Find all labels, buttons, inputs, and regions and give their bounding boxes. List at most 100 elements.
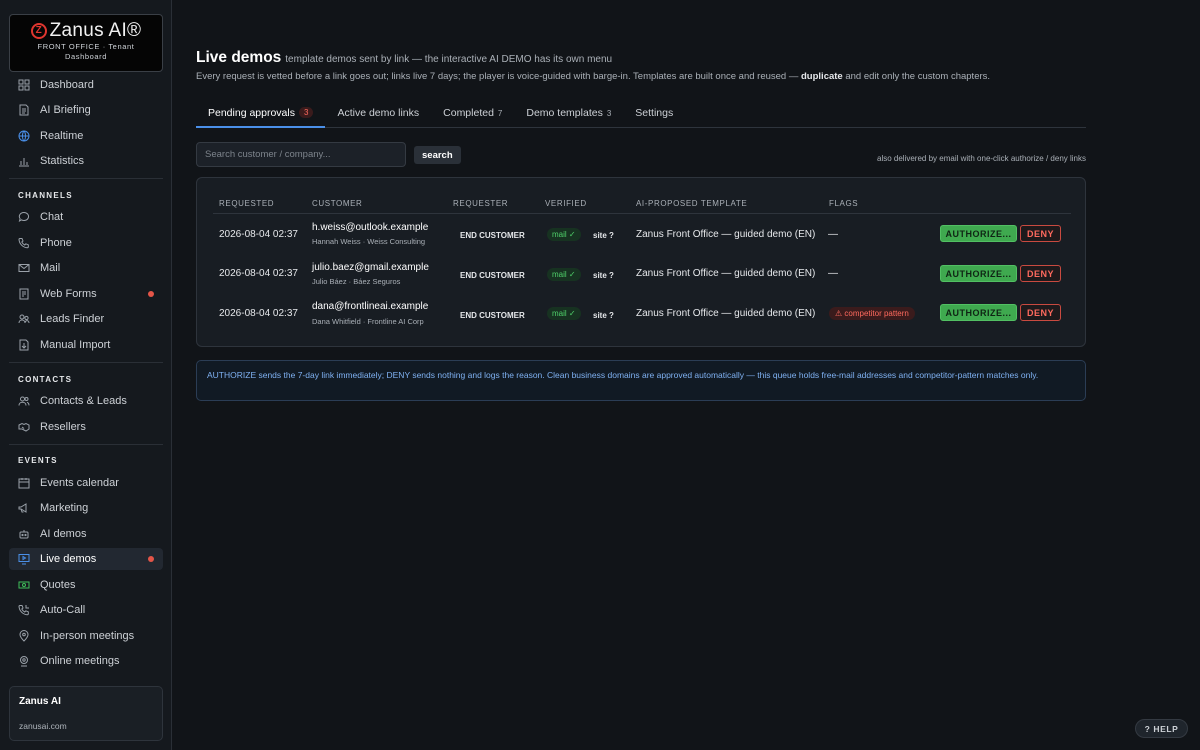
proposed-template: Zanus Front Office — guided demo (EN) [636,268,816,279]
column-header: CUSTOMER [312,199,363,208]
proposed-template: Zanus Front Office — guided demo (EN) [636,308,816,319]
tab-completed[interactable]: Completed 7 [431,100,514,128]
email-delivery-note: also delivered by email with one-click a… [877,154,1086,163]
sidebar-item-label: Online meetings [40,655,120,667]
tenant-card[interactable]: Zanus AI zanusai.com [9,686,163,741]
requested-date: 2026-08-04 02:37 [219,308,298,319]
mail-verified-badge: mail ✓ [547,307,581,320]
desc-text: Every request is vetted before a link go… [196,71,801,82]
brand-logo[interactable]: Z Zanus AI® FRONT OFFICE · Tenant Dashbo… [9,14,163,72]
handshake-icon [18,421,30,433]
section-label-channels: CHANNELS [18,191,73,200]
page-description: Every request is vetted before a link go… [196,71,990,82]
sidebar-item-ai-briefing[interactable]: AI Briefing [9,99,163,121]
sidebar-item-statistics[interactable]: Statistics [9,150,163,172]
authorize-button[interactable]: AUTHORIZE... [940,225,1017,242]
authorize-button[interactable]: AUTHORIZE... [940,304,1017,321]
info-banner: AUTHORIZE sends the 7-day link immediate… [196,360,1086,401]
site-verified-status: site ? [593,231,614,240]
section-label-contacts: CONTACTS [18,375,73,384]
deny-button[interactable]: DENY [1020,225,1061,242]
sidebar-item-mail[interactable]: Mail [9,257,163,279]
phone-icon [18,237,30,249]
sidebar-item-manual-import[interactable]: Manual Import [9,334,163,356]
tab-settings[interactable]: Settings [623,100,685,128]
map-pin-icon [18,630,30,642]
tab-bar: Pending approvals 3 Active demo links Co… [196,100,1086,128]
help-button[interactable]: ? HELP [1135,719,1188,738]
section-label-events: EVENTS [18,456,58,465]
column-header: REQUESTER [453,199,509,208]
tab-demo-templates[interactable]: Demo templates 3 [514,100,623,128]
leads-finder-icon [18,313,30,325]
notification-dot [148,291,154,297]
sidebar-item-label: AI demos [40,528,87,540]
chat-bubble-icon [18,211,30,223]
authorize-button[interactable]: AUTHORIZE... [940,265,1017,282]
webcam-icon [18,655,30,667]
customer-name: Julio Báez · Báez Seguros [312,277,401,286]
sidebar-item-events-calendar[interactable]: Events calendar [9,472,163,494]
tenant-name: Zanus AI [19,696,61,707]
tab-active-demo-links[interactable]: Active demo links [325,100,431,128]
robot-icon [18,528,30,540]
sidebar-item-auto-call[interactable]: Auto-Call [9,599,163,621]
sidebar-item-marketing[interactable]: Marketing [9,497,163,519]
sidebar-item-leads-finder[interactable]: Leads Finder [9,308,163,330]
mail-verified-badge: mail ✓ [547,228,581,241]
sidebar-item-phone[interactable]: Phone [9,232,163,254]
sidebar-item-label: Manual Import [40,339,111,351]
sidebar-item-label: Leads Finder [40,313,105,325]
megaphone-icon [18,502,30,514]
column-header: FLAGS [829,199,859,208]
column-header: REQUESTED [219,199,275,208]
sidebar-item-ai-demos[interactable]: AI demos [9,523,163,545]
tab-pending-approvals[interactable]: Pending approvals 3 [196,100,326,128]
deny-button[interactable]: DENY [1020,304,1061,321]
mail-verified-badge: mail ✓ [547,268,581,281]
sidebar-item-resellers[interactable]: Resellers [9,416,163,438]
tab-count: 7 [497,109,503,118]
column-header: AI-PROPOSED TEMPLATE [636,199,748,208]
customer-email[interactable]: julio.baez@gmail.example [312,262,429,273]
sidebar-item-label: Marketing [40,502,89,514]
sidebar-item-label: Statistics [40,155,85,167]
sidebar-item-label: Contacts & Leads [40,395,127,407]
search-input[interactable] [196,142,406,167]
sidebar-item-online-meetings[interactable]: Online meetings [9,650,163,672]
sidebar-item-in-person-meetings[interactable]: In-person meetings [9,625,163,647]
brand-line1: FRONT OFFICE · Tenant [37,42,135,51]
sidebar-item-live-demos[interactable]: Live demos [9,548,163,570]
pending-approvals-table: REQUESTED CUSTOMER REQUESTER VERIFIED AI… [196,177,1086,347]
form-icon [18,288,30,300]
sidebar-item-label: Mail [40,262,61,274]
sidebar-item-label: Resellers [40,421,86,433]
sidebar-divider [9,178,163,179]
requester-type: END CUSTOMER [460,271,525,280]
sidebar-item-contacts-leads[interactable]: Contacts & Leads [9,390,163,412]
tab-label: Demo templates [526,107,603,119]
customer-name: Hannah Weiss · Weiss Consulting [312,237,426,246]
sidebar-item-label: Live demos [40,553,97,565]
requester-type: END CUSTOMER [460,311,525,320]
page-title: Live demos [196,49,282,66]
globe-icon [18,130,30,142]
sidebar-item-label: AI Briefing [40,104,91,116]
sidebar-item-web-forms[interactable]: Web Forms [9,283,163,305]
sidebar-item-dashboard[interactable]: Dashboard [9,74,163,96]
sidebar-item-chat[interactable]: Chat [9,206,163,228]
customer-email[interactable]: h.weiss@outlook.example [312,222,428,233]
tab-count-badge: 3 [298,107,314,118]
deny-button[interactable]: DENY [1020,265,1061,282]
logo-text: Zanus AI® [49,20,142,41]
sidebar-item-label: Web Forms [40,288,97,300]
monitor-play-icon [18,553,30,565]
mail-icon [18,262,30,274]
search-button[interactable]: search [414,146,461,164]
sidebar-item-realtime[interactable]: Realtime [9,125,163,147]
customer-email[interactable]: dana@frontlineai.example [312,301,428,312]
sidebar-item-label: Chat [40,211,64,223]
tab-label: Active demo links [337,107,420,119]
sidebar-item-quotes[interactable]: Quotes [9,574,163,596]
tab-count: 3 [606,109,612,118]
